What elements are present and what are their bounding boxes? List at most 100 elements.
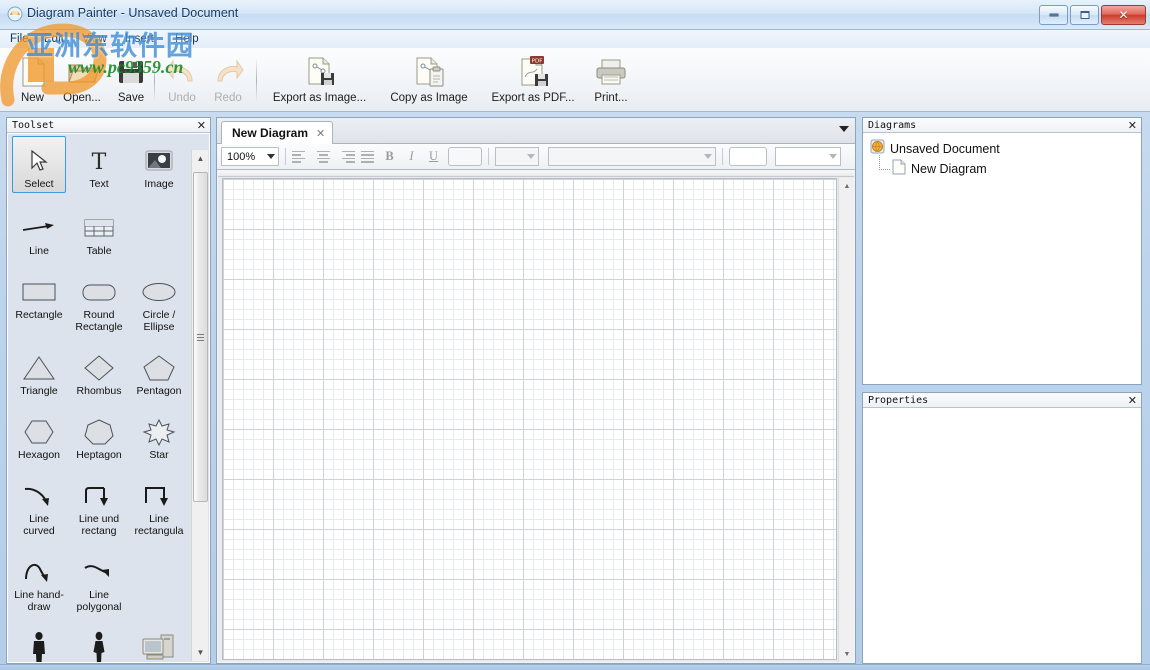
print-button[interactable]: Print... — [585, 51, 637, 109]
size-combobox[interactable] — [495, 147, 539, 166]
scroll-up-icon[interactable]: ▲ — [839, 178, 854, 194]
italic-button[interactable]: I — [402, 147, 421, 166]
scroll-down-icon[interactable]: ▼ — [192, 644, 209, 661]
underline-button[interactable]: U — [424, 147, 443, 166]
font-combobox[interactable] — [548, 147, 716, 166]
scrollbar-thumb[interactable] — [193, 172, 208, 502]
print-button-label: Print... — [594, 92, 628, 104]
tool-line-curved[interactable]: Line curved — [12, 473, 66, 537]
diagram-canvas[interactable] — [222, 178, 837, 660]
toolset-panel-header: Toolset ✕ — [7, 118, 210, 133]
close-button[interactable]: ✕ — [1101, 5, 1146, 25]
tool-hexagon[interactable]: Hexagon — [12, 409, 66, 461]
tool-text[interactable]: T Text — [72, 138, 126, 193]
computer-icon — [141, 631, 177, 662]
tree-node-label: Unsaved Document — [890, 142, 1000, 156]
open-folder-icon — [66, 55, 98, 89]
toolset-close-icon[interactable]: ✕ — [197, 120, 206, 131]
line-curved-icon — [22, 479, 56, 513]
menu-item-view[interactable]: View — [78, 32, 111, 46]
menu-item-file[interactable]: File — [6, 32, 33, 46]
tool-text-label: Text — [89, 178, 109, 190]
redo-button-label: Redo — [214, 92, 242, 104]
tool-man-figure[interactable] — [12, 625, 66, 662]
tab-new-diagram[interactable]: New Diagram ✕ — [221, 121, 334, 144]
tool-grid: Select T Text Image Line Table Rectangle… — [8, 134, 192, 662]
line-polygonal-icon — [82, 555, 116, 589]
tab-list-dropdown-icon[interactable] — [839, 126, 849, 132]
tree-node-new-diagram[interactable]: New Diagram — [870, 155, 1140, 180]
tool-row: Select T Text Image — [8, 136, 192, 193]
toolset-scrollbar[interactable]: ▲ ▼ — [191, 150, 208, 661]
round-rectangle-icon — [80, 275, 118, 309]
menu-item-help[interactable]: Help — [171, 32, 203, 46]
undo-button[interactable]: Undo — [158, 51, 206, 109]
new-button[interactable]: New — [10, 51, 55, 109]
table-grid-icon — [83, 211, 115, 245]
properties-panel-header: Properties ✕ — [863, 393, 1141, 408]
redo-button[interactable]: Redo — [204, 51, 252, 109]
scroll-down-icon[interactable]: ▼ — [839, 646, 854, 662]
format-separator-2 — [488, 148, 489, 165]
menu-bar: File Edit View Insert Help — [0, 30, 1150, 48]
bold-button[interactable]: B — [380, 147, 399, 166]
tab-bar: New Diagram ✕ — [217, 118, 855, 144]
diagrams-tree: Unsaved Document New Diagram — [864, 134, 1140, 179]
tool-computer[interactable] — [132, 625, 186, 662]
tool-rhombus[interactable]: Rhombus — [72, 345, 126, 397]
tool-pentagon[interactable]: Pentagon — [132, 345, 186, 397]
pentagon-icon — [142, 351, 176, 385]
diagrams-close-icon[interactable]: ✕ — [1128, 120, 1137, 131]
tool-star[interactable]: Star — [132, 409, 186, 461]
redo-arrow-icon — [212, 55, 244, 89]
style-combobox[interactable] — [775, 147, 841, 166]
copy-image-icon — [412, 55, 446, 89]
man-figure-icon — [28, 631, 50, 662]
canvas-vertical-scrollbar[interactable]: ▲ ▼ — [838, 178, 854, 662]
page-icon — [892, 159, 906, 180]
tool-star-label: Star — [149, 449, 169, 461]
new-button-label: New — [20, 92, 44, 104]
tool-line-round-rectangular[interactable]: Line und rectang — [72, 473, 126, 537]
tool-table[interactable]: Table — [72, 205, 126, 257]
menu-item-edit[interactable]: Edit — [40, 32, 68, 46]
save-button[interactable]: Save — [108, 51, 154, 109]
tool-line-polygonal[interactable]: Line polygonal — [72, 549, 126, 613]
tool-select[interactable]: Select — [12, 136, 66, 193]
scroll-up-icon[interactable]: ▲ — [192, 150, 209, 167]
tool-line-hand-draw[interactable]: Line hand-draw — [12, 549, 66, 613]
maximize-button[interactable] — [1070, 5, 1099, 25]
open-button[interactable]: Open... — [57, 51, 107, 109]
minimize-button[interactable] — [1039, 5, 1068, 25]
align-left-button[interactable] — [292, 147, 311, 166]
properties-close-icon[interactable]: ✕ — [1128, 395, 1137, 406]
window-controls: ✕ — [1039, 5, 1146, 25]
tool-circle-ellipse[interactable]: Circle / Ellipse — [132, 269, 186, 333]
tool-image-label: Image — [144, 178, 174, 190]
tool-triangle[interactable]: Triangle — [12, 345, 66, 397]
tool-woman-figure[interactable] — [72, 625, 126, 662]
tab-close-icon[interactable]: ✕ — [316, 127, 325, 140]
align-center-button[interactable] — [314, 147, 333, 166]
value-field[interactable] — [729, 147, 767, 166]
window-title: Diagram Painter - Unsaved Document — [27, 6, 239, 20]
zoom-combobox[interactable]: 100% — [221, 147, 279, 166]
tool-line-rectangular[interactable]: Line rectangula — [132, 473, 186, 537]
align-justify-button[interactable] — [358, 147, 377, 166]
format-separator — [285, 148, 286, 165]
tool-heptagon[interactable]: Heptagon — [72, 409, 126, 461]
tree-node-unsaved-document[interactable]: Unsaved Document — [870, 139, 1140, 159]
export-as-image-button[interactable]: Export as Image... — [262, 51, 377, 109]
tool-line[interactable]: Line — [12, 205, 66, 257]
export-as-pdf-button[interactable]: PDF Export as PDF... — [481, 51, 585, 109]
color-swatch-button[interactable] — [448, 147, 482, 166]
canvas-container: ▲ ▼ — [218, 171, 854, 662]
tool-rectangle[interactable]: Rectangle — [12, 269, 66, 333]
tool-image[interactable]: Image — [132, 138, 186, 193]
tool-round-rectangle[interactable]: Round Rectangle — [72, 269, 126, 333]
menu-item-insert[interactable]: Insert — [121, 32, 158, 46]
align-right-button[interactable] — [336, 147, 355, 166]
copy-as-image-button[interactable]: Copy as Image — [377, 51, 481, 109]
chevron-down-icon — [267, 154, 275, 159]
tool-triangle-label: Triangle — [20, 385, 58, 397]
